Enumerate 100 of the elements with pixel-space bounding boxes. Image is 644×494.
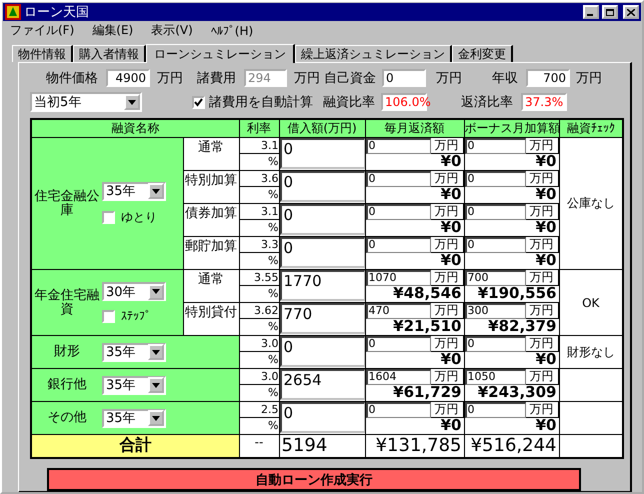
total-rate: -- [239,434,279,458]
unit-label: 万円 [430,204,464,220]
total-label: 合計 [31,434,239,458]
amount-field[interactable]: 0 [280,204,364,235]
input-field[interactable]: 0 [464,237,526,253]
input-field[interactable]: 1604 [366,369,430,385]
own-funds-field[interactable]: 0 [382,69,426,87]
yen-amount: ¥0 [440,253,462,268]
minimize-button[interactable] [583,5,599,19]
rate-value: 3.55 [240,270,278,286]
tab[interactable]: 繰上返済シュミレーション [295,45,452,62]
price-field[interactable]: 4900 [106,69,150,87]
unit-label: 万円 [526,138,558,154]
amount-field[interactable]: 770 [280,303,364,334]
input-field[interactable]: 0 [366,336,430,352]
run-button[interactable]: 自動ローン作成実行 [47,468,581,491]
column-header: 融資名称 [31,119,239,138]
caret-icon [128,100,136,104]
checkbox[interactable] [192,96,205,108]
input-field[interactable]: 0 [366,237,430,253]
yen-amount: ¥0 [440,154,462,169]
input-field[interactable]: 0 [464,336,526,352]
menu-item[interactable]: ファイル(F) [8,22,76,39]
amount-field[interactable]: 0 [280,237,364,268]
unit-label: 万円 [526,336,558,352]
input-field[interactable]: 0 [464,204,526,220]
input-field[interactable]: 0 [464,138,526,154]
checkbox[interactable] [102,210,115,224]
dropdown[interactable]: 30年 [102,282,166,301]
tab[interactable]: ローンシュミレーション [146,44,295,63]
dropdown[interactable]: 35年 [102,182,166,200]
field-label: 諸費用 [197,70,236,87]
caret-icon [152,188,160,194]
ratio-field[interactable]: 37.3% [521,93,567,111]
column-header: 利率 [239,119,279,138]
field-label: 物件価格 [46,70,98,87]
dropdown[interactable]: 35年 [102,342,166,362]
input-field[interactable]: 0 [366,402,430,418]
checkbox[interactable] [102,310,115,322]
column-header: 借入額(万円) [279,119,365,138]
menu-item[interactable]: ﾍﾙﾌﾟ(H) [208,24,256,38]
unit-label: 万円 [526,303,558,319]
yen-amount: ¥0 [534,154,558,169]
menu-item[interactable]: 表示(V) [149,22,195,39]
yen-amount: ¥0 [534,418,558,433]
percent-label: % [267,253,278,269]
caret-icon [152,289,160,294]
yen-amount: ¥0 [534,253,558,268]
percent-label: % [267,418,278,434]
percent-label: % [267,154,278,170]
total-amount: 5194 [279,434,365,458]
input-field[interactable]: 700 [464,270,526,286]
amount-field[interactable]: 2654 [280,369,364,400]
amount-field[interactable]: 0 [280,402,364,433]
dropdown[interactable]: 当初5年 [30,92,142,112]
input-field[interactable]: 1050 [464,369,526,385]
amount-field[interactable]: 0 [280,171,364,202]
maximize-button[interactable] [602,5,618,19]
dropdown[interactable]: 35年 [102,408,166,428]
column-header: 毎月返済額 [365,119,464,138]
input-field[interactable]: 470 [366,303,430,319]
yen-amount: ¥0 [534,187,558,202]
checkbox-label: ゆとり [121,208,157,226]
loan-name: その他 [46,411,88,425]
unit-label: 万円 [430,336,464,352]
unit-label: 万円 [430,303,464,319]
rate-value: 3.0 [240,336,278,352]
loan-type-label: 特別加算 [183,170,239,204]
close-icon [627,8,635,16]
column-header: 融資ﾁｪｯｸ [559,119,623,138]
checkmark-icon [194,98,203,106]
amount-field[interactable]: 0 [280,138,364,169]
loan-name: 住宅金融公庫 [34,190,100,218]
dropdown[interactable]: 35年 [102,376,166,394]
amount-field[interactable]: 1770 [280,270,364,301]
percent-label: % [267,286,278,302]
total-bonus: ¥516,244 [464,434,559,458]
caret-icon [152,416,160,420]
tab[interactable]: 金利変更 [452,45,513,62]
field-label: 融資比率 [323,94,375,111]
rate-value: 2.5 [240,402,278,418]
tab[interactable]: 購入者情報 [73,45,146,62]
close-button[interactable] [623,5,639,19]
tab[interactable]: 物件情報 [12,45,73,62]
input-field[interactable]: 0 [366,138,430,154]
income-field[interactable]: 700 [526,69,570,87]
input-field[interactable]: 0 [464,171,526,187]
amount-field[interactable]: 0 [280,336,364,367]
menu-item[interactable]: 編集(E) [90,22,136,39]
input-field[interactable]: 0 [366,171,430,187]
input-field[interactable]: 1070 [366,270,430,286]
unit-label: 万円 [526,204,558,220]
input-field[interactable]: 0 [464,402,526,418]
input-field[interactable]: 0 [366,204,430,220]
yen-amount: ¥48,546 [392,286,462,301]
percent-label: % [267,220,278,236]
checkbox-label: ｽﾃｯﾌﾟ [121,309,151,323]
unit-label: 万円 [430,402,464,418]
input-field[interactable]: 300 [464,303,526,319]
unit-label: 万円 [430,237,464,253]
